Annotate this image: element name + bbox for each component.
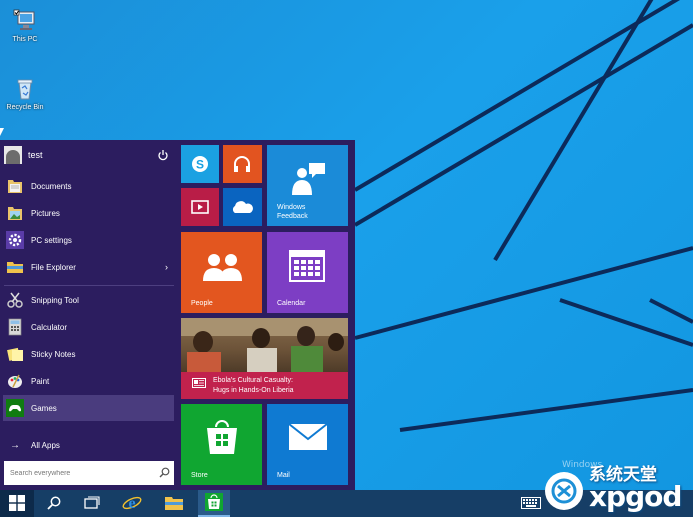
news-photo: [181, 318, 348, 372]
cloud-icon: [230, 199, 254, 217]
pictures-folder-icon: [5, 203, 25, 223]
chevron-right-icon[interactable]: ›: [165, 262, 168, 272]
menu-item-snipping-tool[interactable]: Snipping Tool: [3, 287, 174, 313]
tile-mail[interactable]: Mail: [267, 404, 348, 485]
start-menu: test Documents Pictures PC settings File…: [0, 140, 355, 490]
tile-windows-feedback[interactable]: Windows Feedback: [267, 145, 348, 226]
mouse-cursor: [0, 128, 4, 136]
file-explorer-button[interactable]: [158, 490, 190, 517]
search-button[interactable]: [40, 490, 68, 517]
menu-item-documents[interactable]: Documents: [3, 173, 174, 199]
tile-video[interactable]: [181, 188, 219, 226]
menu-item-pictures[interactable]: Pictures: [3, 200, 174, 226]
paint-icon: [5, 371, 25, 391]
tile-skype[interactable]: S: [181, 145, 219, 183]
snipping-tool-icon: [5, 290, 25, 310]
computer-icon: [12, 8, 38, 34]
menu-item-label: Snipping Tool: [31, 295, 79, 305]
site-watermark: 系统天堂 xpgod: [545, 458, 693, 517]
task-view-button[interactable]: [78, 490, 106, 517]
menu-item-label: Sticky Notes: [31, 349, 76, 359]
task-view-icon: [84, 495, 100, 512]
site-watermark-brand-latin: xpgod: [589, 480, 682, 513]
store-button[interactable]: [198, 490, 230, 517]
gear-icon: [5, 230, 25, 250]
menu-item-pc-settings[interactable]: PC settings: [3, 227, 174, 253]
menu-item-label: Documents: [31, 181, 72, 191]
headphones-icon: [232, 154, 252, 176]
menu-item-label: PC settings: [31, 235, 72, 245]
video-icon: [190, 198, 210, 218]
search-input[interactable]: [10, 469, 150, 477]
store-bag-icon: [203, 418, 241, 458]
search-icon[interactable]: [159, 467, 170, 478]
tile-news[interactable]: Ebola's Cultural Casualty: Hugs in Hands…: [181, 318, 348, 399]
search-icon: [47, 496, 61, 512]
start-menu-left-pane: test Documents Pictures PC settings File…: [0, 140, 177, 490]
calendar-icon: [289, 250, 325, 284]
menu-item-label: Pictures: [31, 208, 60, 218]
tile-label-calendar: Calendar: [277, 300, 306, 307]
tile-onedrive[interactable]: [223, 188, 262, 226]
news-icon: [192, 378, 206, 388]
search-box[interactable]: [4, 461, 174, 485]
tile-label-mail: Mail: [277, 472, 290, 479]
recycle-bin-icon: [12, 76, 38, 102]
tile-calendar[interactable]: Calendar: [267, 232, 348, 313]
folder-icon: [164, 495, 184, 513]
news-headline: Ebola's Cultural Casualty: Hugs in Hands…: [213, 377, 294, 394]
people-icon: [201, 252, 243, 284]
menu-item-calculator[interactable]: Calculator: [3, 314, 174, 340]
menu-item-label: Calculator: [31, 322, 68, 332]
tile-store[interactable]: Store: [181, 404, 262, 485]
user-account-row[interactable]: test: [4, 144, 174, 166]
desktop-icon-label: Recycle Bin: [6, 104, 44, 111]
all-apps-label: All Apps: [31, 440, 60, 450]
menu-divider: [4, 285, 174, 286]
sticky-notes-icon: [5, 344, 25, 364]
user-avatar-icon: [4, 146, 22, 164]
calculator-icon: [5, 317, 25, 337]
internet-explorer-button[interactable]: e: [116, 490, 148, 517]
svg-text:S: S: [196, 158, 204, 172]
desktop-icon-this-pc[interactable]: This PC: [0, 8, 50, 43]
menu-item-games[interactable]: Games: [3, 395, 174, 421]
file-explorer-icon: [5, 257, 25, 277]
menu-item-paint[interactable]: Paint: [3, 368, 174, 394]
tile-label-people: People: [191, 300, 213, 307]
menu-item-file-explorer[interactable]: File Explorer ›: [3, 254, 174, 280]
store-icon: [205, 492, 223, 513]
site-watermark-logo-icon: [545, 472, 583, 510]
desktop-icon-recycle-bin[interactable]: Recycle Bin: [0, 76, 50, 111]
windows-logo-icon: [9, 494, 25, 513]
tile-people[interactable]: People: [181, 232, 262, 313]
desktop-icon-label: This PC: [12, 36, 38, 43]
tile-music[interactable]: [223, 145, 262, 183]
envelope-icon: [288, 423, 328, 453]
menu-item-label: Paint: [31, 376, 50, 386]
power-icon[interactable]: [156, 148, 170, 162]
touch-keyboard-button[interactable]: [518, 490, 544, 517]
feedback-person-icon: [289, 161, 327, 199]
touch-keyboard-icon: [521, 496, 541, 511]
menu-item-label: File Explorer: [31, 262, 76, 272]
documents-folder-icon: [5, 176, 25, 196]
internet-explorer-icon: e: [122, 494, 142, 514]
svg-text:e: e: [128, 495, 135, 512]
games-icon: [5, 398, 25, 418]
tile-label-store: Store: [191, 472, 208, 479]
menu-item-label: Games: [31, 403, 57, 413]
tile-label-windows-feedback: Windows Feedback: [277, 204, 308, 220]
all-apps-button[interactable]: → All Apps: [3, 432, 174, 458]
user-name: test: [28, 150, 43, 160]
arrow-right-icon: →: [10, 439, 20, 451]
menu-item-sticky-notes[interactable]: Sticky Notes: [3, 341, 174, 367]
skype-icon: S: [190, 154, 210, 176]
start-button[interactable]: [0, 490, 34, 517]
